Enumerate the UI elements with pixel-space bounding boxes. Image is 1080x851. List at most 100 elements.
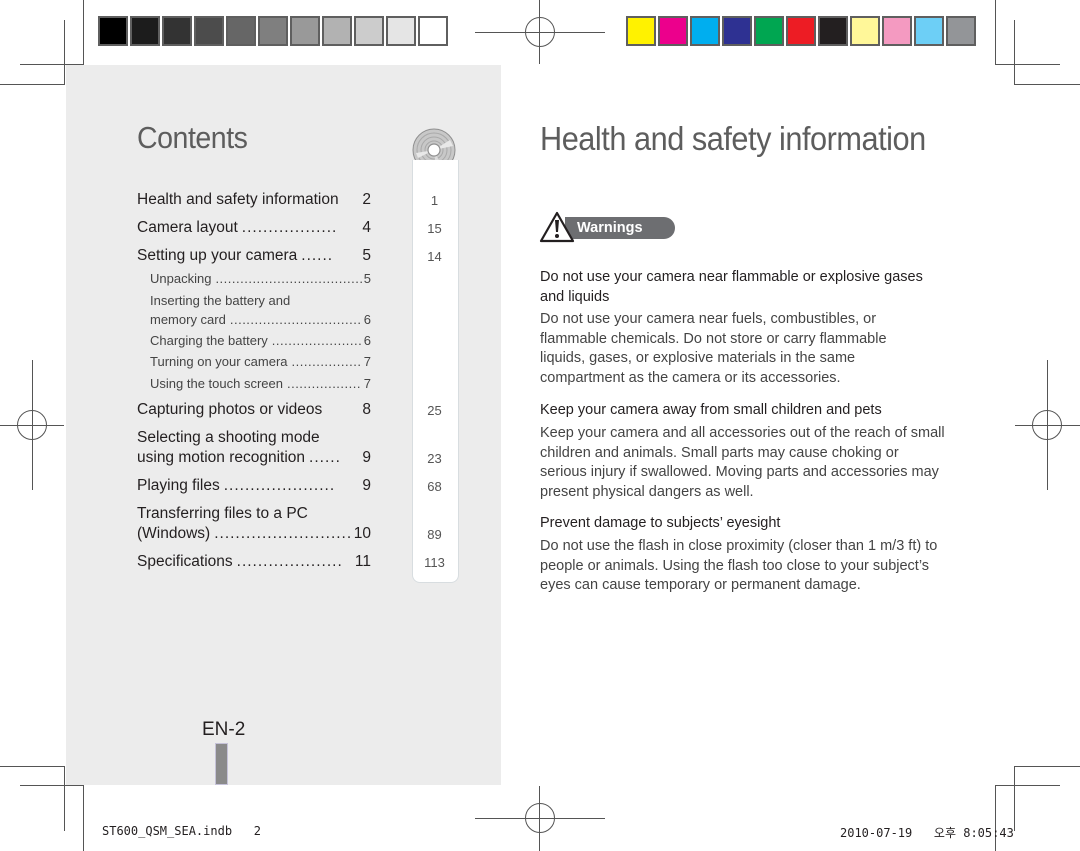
toc-page: 9: [362, 449, 371, 466]
toc-label: Capturing photos or videos: [137, 401, 323, 418]
toc-item-transferring-line1: Transferring files to a PC: [137, 505, 371, 523]
toc-subitem-turning-on[interactable]: Turning on your camera .................…: [150, 354, 371, 369]
toc-subitem-inserting-line1: Inserting the battery and: [150, 293, 291, 308]
page-number-bar: [215, 743, 228, 785]
toc-label: (Windows): [137, 525, 211, 542]
grayscale-swatch: [226, 16, 256, 46]
section-heading-flammable: Do not use your camera near flammable or…: [540, 269, 923, 305]
tab-number: 1: [430, 193, 439, 208]
toc-page: 5: [362, 247, 371, 264]
section-heading-children: Keep your camera away from small childre…: [540, 402, 882, 418]
toc-page: 7: [363, 376, 371, 391]
grayscale-swatch: [290, 16, 320, 46]
grayscale-swatch: [162, 16, 192, 46]
toc-leader: ......: [309, 449, 341, 466]
grayscale-swatch: [386, 16, 416, 46]
toc-label: Setting up your camera: [137, 247, 298, 264]
toc-leader: ......: [301, 247, 334, 264]
process-color-swatch: [786, 16, 816, 46]
process-color-swatch: [946, 16, 976, 46]
grayscale-swatch: [194, 16, 224, 46]
tab-number: 25: [427, 403, 442, 418]
toc-label: Health and safety information: [137, 191, 339, 208]
grayscale-swatch: [354, 16, 384, 46]
toc-item-playing-files[interactable]: Playing files ..................... 9: [137, 477, 371, 495]
toc-subitem-unpacking[interactable]: Unpacking ..............................…: [150, 271, 371, 286]
toc-label: Selecting a shooting mode: [137, 429, 320, 446]
section-body-eyesight: Do not use the flash in close proximity …: [540, 538, 938, 593]
footer-file-name: ST600_QSM_SEA.indb 2: [102, 824, 261, 838]
toc-leader: ........................................…: [286, 376, 362, 391]
toc-leader: ....................: [236, 553, 343, 570]
toc-label: Specifications: [137, 553, 233, 570]
process-color-swatch: [626, 16, 656, 46]
process-color-swatch: [850, 16, 880, 46]
toc-label: Using the touch screen: [150, 376, 283, 391]
toc-item-shooting-mode[interactable]: using motion recognition ...... 9: [137, 449, 371, 467]
toc-leader: ..................: [241, 219, 338, 236]
toc-item-capturing[interactable]: Capturing photos or videos 8: [137, 401, 371, 419]
process-color-swatch: [722, 16, 752, 46]
toc-page: 7: [363, 354, 371, 369]
toc-item-transferring[interactable]: (Windows) ..............................…: [137, 525, 371, 543]
toc-page: 8: [362, 401, 371, 418]
toc-page: 6: [363, 333, 371, 348]
process-color-swatch: [754, 16, 784, 46]
toc-label: Camera layout: [137, 219, 238, 236]
toc-item-specifications[interactable]: Specifications .................... 11: [137, 553, 371, 571]
toc-page: 4: [362, 219, 371, 236]
contents-title: Contents: [137, 120, 248, 155]
process-color-swatch: [690, 16, 720, 46]
section-heading-eyesight: Prevent damage to subjects’ eyesight: [540, 515, 781, 531]
toc-item-health-safety[interactable]: Health and safety information 2: [137, 191, 371, 209]
tab-number: 113: [424, 555, 445, 570]
section-body-flammable: Do not use your camera near fuels, combu…: [540, 311, 887, 386]
toc-label: memory card: [150, 312, 226, 327]
toc-item-shooting-mode-line1: Selecting a shooting mode: [137, 429, 371, 447]
process-color-swatch: [658, 16, 688, 46]
grayscale-swatch: [322, 16, 352, 46]
toc-subitem-touch-screen[interactable]: Using the touch screen .................…: [150, 376, 371, 391]
grayscale-swatch: [418, 16, 448, 46]
toc-page: 11: [354, 553, 371, 570]
toc-leader: ........................................…: [271, 333, 362, 348]
toc-leader: ..............................: [214, 525, 350, 542]
toc-label: Transferring files to a PC: [137, 505, 308, 522]
toc-page: 5: [363, 271, 371, 286]
toc-page: 10: [353, 525, 371, 542]
grayscale-swatch: [98, 16, 128, 46]
grayscale-swatch: [258, 16, 288, 46]
process-color-swatch: [882, 16, 912, 46]
tab-number: 89: [427, 527, 442, 542]
toc-item-camera-layout[interactable]: Camera layout .................. 4: [137, 219, 371, 237]
toc-label: Charging the battery: [150, 333, 268, 348]
footer-timestamp: 2010-07-19 오후 8:05:43: [840, 826, 1014, 840]
toc-leader: .....................: [223, 477, 336, 494]
toc-label: Turning on your camera: [150, 354, 288, 369]
warnings-label: Warnings: [565, 217, 675, 239]
toc-page: 6: [363, 312, 371, 327]
tab-number: 14: [427, 249, 442, 264]
warning-triangle-icon: [539, 211, 575, 243]
toc-item-setting-up[interactable]: Setting up your camera ...... 5: [137, 247, 371, 265]
toc-page: 9: [362, 477, 371, 494]
page-title: Health and safety information: [540, 120, 926, 157]
process-color-swatch: [818, 16, 848, 46]
page-number-label: EN-2: [202, 719, 246, 740]
toc-label: Playing files: [137, 477, 220, 494]
toc-page: 2: [362, 191, 371, 208]
grayscale-color-bar: [98, 16, 448, 46]
tab-number: 15: [427, 221, 442, 236]
tab-number: 68: [427, 479, 442, 494]
section-body-children: Keep your camera and all accessories out…: [540, 425, 945, 500]
toc-leader: ........................................…: [229, 312, 362, 327]
toc-subitem-inserting-battery[interactable]: memory card ............................…: [150, 312, 371, 327]
toc-leader: ........................................…: [215, 271, 361, 286]
tab-number: 23: [427, 451, 442, 466]
toc-label: using motion recognition: [137, 449, 306, 466]
process-color-bar: [626, 16, 976, 46]
toc-subitem-charging[interactable]: Charging the battery ...................…: [150, 333, 371, 348]
grayscale-swatch: [130, 16, 160, 46]
toc-label: Unpacking: [150, 271, 212, 286]
process-color-swatch: [914, 16, 944, 46]
